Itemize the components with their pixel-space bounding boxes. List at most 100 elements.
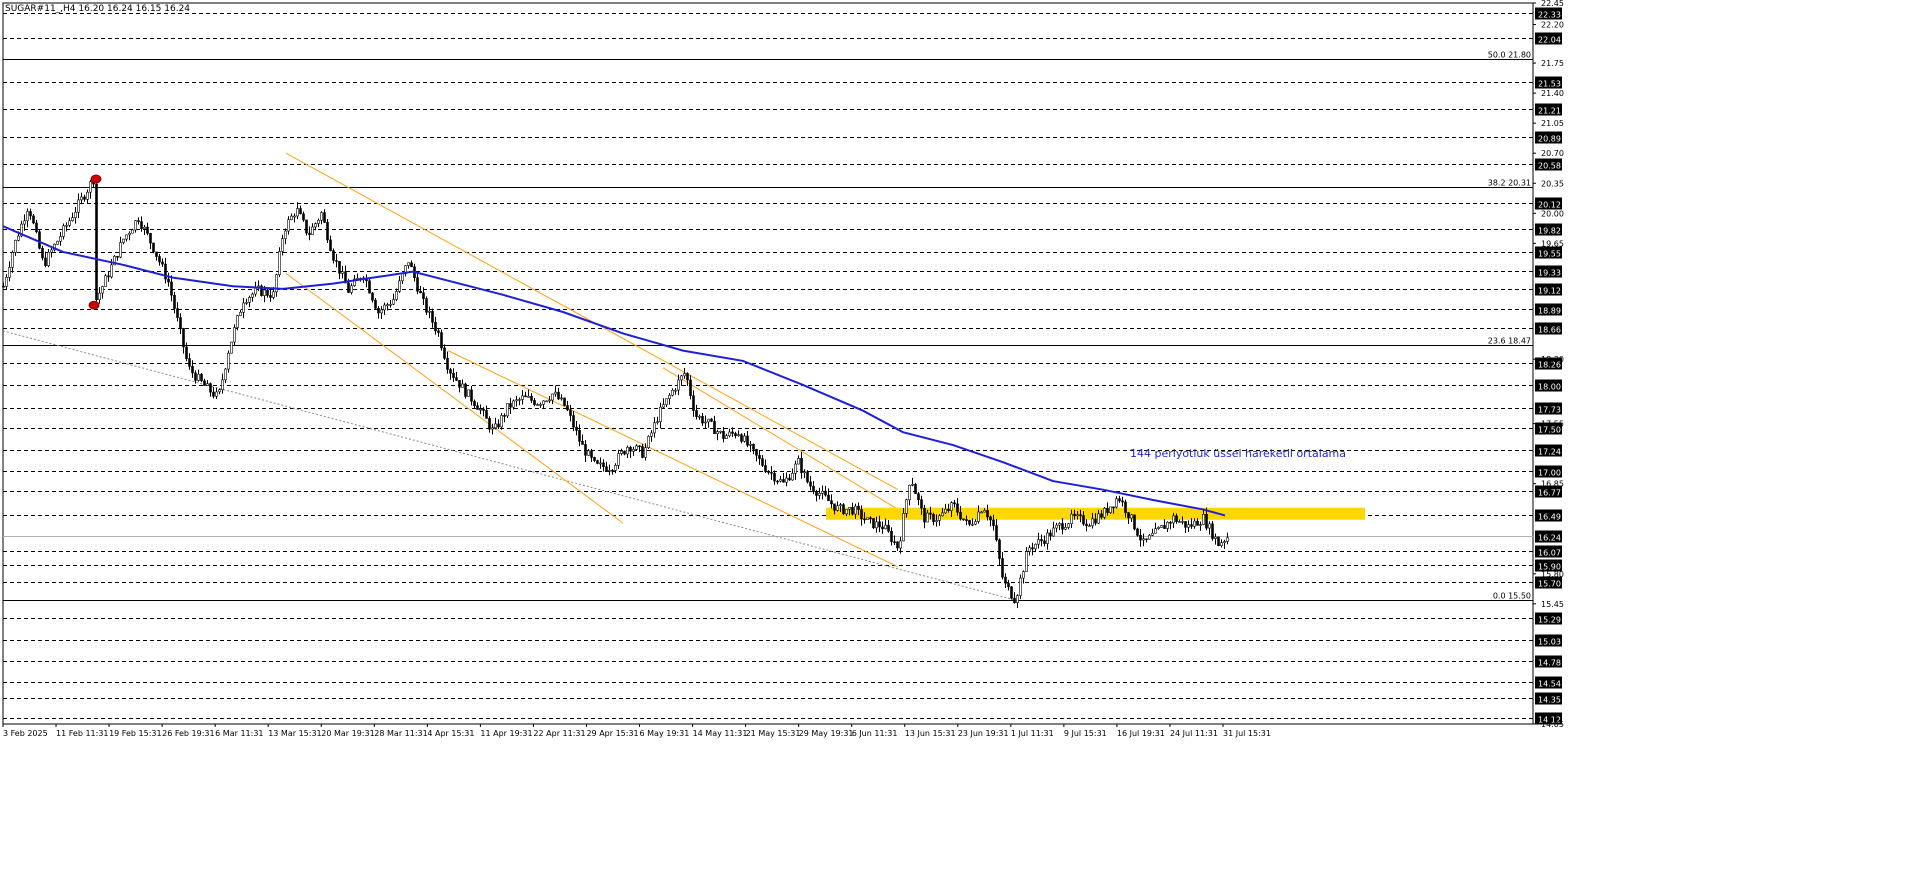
candle-bull (320, 212, 323, 221)
candle-bear (992, 519, 995, 526)
candle-bear (956, 503, 959, 513)
candle-bear (569, 409, 572, 416)
fib-level-label: 23.6 18.47 (1488, 337, 1531, 346)
candle-bear (305, 219, 308, 234)
candle-bear (857, 505, 860, 510)
candle-bear (695, 410, 698, 417)
candle-bear (887, 524, 890, 532)
candle-bull (950, 502, 953, 511)
candle-bear (761, 458, 764, 466)
candle-bear (689, 379, 692, 396)
candle-bear (1073, 513, 1076, 517)
candle-bull (941, 512, 944, 517)
candle-bull (143, 226, 146, 229)
candle-bull (707, 418, 710, 423)
candle-bull (821, 490, 824, 494)
candle-bull (737, 434, 740, 437)
level-label: 14.78 (1538, 659, 1561, 668)
candle-bull (926, 512, 929, 523)
candle-bear (1007, 582, 1010, 588)
y-tick-label: 22.45 (1541, 0, 1564, 8)
candle-bull (1055, 524, 1058, 529)
candle-bear (581, 440, 584, 445)
candle-bear (149, 233, 152, 244)
candle-bull (59, 236, 62, 242)
candle-bear (452, 372, 455, 378)
candle-bull (656, 421, 659, 424)
candle-bear (923, 507, 926, 523)
y-tick-label: 17.55 (1541, 420, 1564, 429)
candle-bear (1196, 520, 1199, 526)
candle-bull (89, 181, 92, 193)
candle-bull (905, 499, 908, 514)
candle-bear (410, 262, 413, 268)
x-tick-label: 28 Mar 11:31 (374, 729, 427, 738)
candle-bull (5, 276, 8, 287)
x-tick-label: 21 May 15:31 (746, 729, 801, 738)
candle-bear (107, 275, 110, 278)
y-tick-label: 15.80 (1541, 570, 1564, 579)
candle-bear (890, 530, 893, 542)
candle-bull (647, 436, 650, 448)
candle-bear (914, 484, 917, 494)
candle-bear (1082, 515, 1085, 525)
candle-bull (911, 484, 914, 486)
candle-bull (500, 415, 503, 428)
candle-bull (617, 453, 620, 466)
candle-bear (167, 278, 170, 283)
x-tick-label: 6 Jun 11:31 (852, 729, 898, 738)
level-label: 14.54 (1538, 680, 1561, 689)
candle-bear (893, 541, 896, 543)
candle-bull (239, 311, 242, 316)
candle-bull (383, 304, 386, 311)
candle-bear (860, 509, 863, 520)
candle-bull (1223, 541, 1226, 544)
level-label: 20.12 (1538, 201, 1561, 210)
candle-bear (308, 232, 311, 235)
candle-bear (1031, 547, 1034, 550)
candle-bear (476, 405, 479, 410)
candle-bear (1094, 518, 1097, 524)
candle-bear (869, 517, 872, 520)
candle-bull (674, 389, 677, 392)
x-tick-label: 29 May 19:31 (799, 729, 854, 738)
candle-bull (1016, 595, 1019, 604)
candle-bear (299, 208, 302, 215)
price-chart[interactable]: 50.0 21.8038.2 20.3123.6 18.470.0 15.50 … (0, 0, 1916, 888)
candle-bear (377, 307, 380, 314)
candle-bear (1049, 532, 1052, 537)
y-tick-label: 21.05 (1541, 119, 1564, 128)
candle-bull (1160, 525, 1163, 528)
y-tick-label: 16.85 (1541, 480, 1564, 489)
x-tick-label: 16 Jul 19:31 (1117, 729, 1165, 738)
candle-bull (944, 508, 947, 514)
candle-bull (980, 511, 983, 514)
candle-bear (140, 221, 143, 229)
level-label: 22.33 (1538, 11, 1561, 20)
x-tick-label: 13 Mar 15:31 (268, 729, 321, 738)
candle-bull (1208, 523, 1211, 529)
candle-bear (1001, 558, 1004, 578)
candle-bear (863, 518, 866, 521)
candle-bull (26, 211, 29, 222)
candle-bear (482, 408, 485, 411)
x-tick-label: 20 Mar 19:31 (321, 729, 374, 738)
candle-bull (206, 383, 209, 386)
candle-bull (479, 408, 482, 411)
candle-bear (209, 383, 212, 393)
candle-bull (560, 397, 563, 400)
candle-bear (326, 222, 329, 241)
candle-bear (1190, 524, 1193, 527)
candle-bull (659, 406, 662, 423)
candle-bear (161, 261, 164, 265)
ema-144-line (2, 225, 1226, 517)
candle-bull (1034, 543, 1037, 550)
candle-bear (437, 330, 440, 333)
candle-bear (767, 471, 770, 473)
candle-bull (599, 462, 602, 465)
candle-bull (1037, 539, 1040, 545)
candle-bear (806, 471, 809, 483)
candle-bear (947, 508, 950, 511)
level-label: 18.89 (1538, 307, 1561, 316)
x-tick-label: 31 Jul 15:31 (1223, 729, 1271, 738)
